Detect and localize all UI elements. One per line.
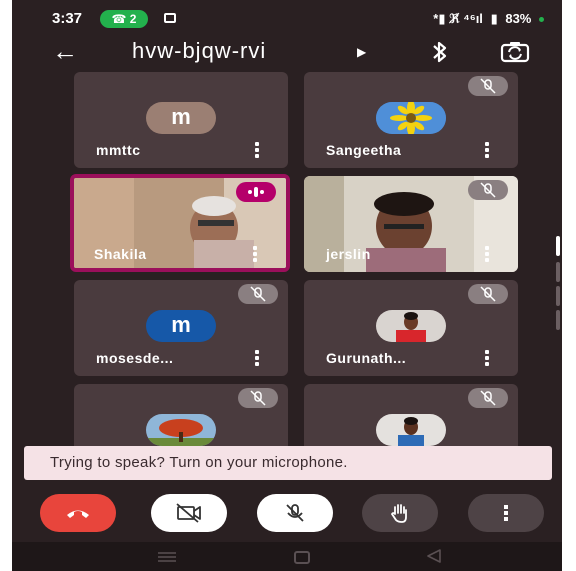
more-vert-icon[interactable] xyxy=(484,350,490,366)
app-bar: ← hvw-bjqw-rvi ▶ xyxy=(12,36,562,72)
phone-icon: ☎ xyxy=(111,12,130,26)
screen-cast-icon xyxy=(164,13,176,23)
participant-tile-8[interactable] xyxy=(304,384,518,454)
more-options-button[interactable] xyxy=(468,494,544,532)
phone-screen: 3:37 ☎ 2 *▮ ℜ̸ ⁴⁶ıl ▮ 83% ← hvw-bjqw-rvi… xyxy=(12,0,562,571)
mic-off-icon xyxy=(480,78,496,94)
back-arrow-icon[interactable]: ← xyxy=(52,36,78,66)
mic-off-icon xyxy=(480,286,496,302)
avatar: m xyxy=(146,310,216,342)
battery-level: 83% xyxy=(505,11,532,26)
participant-name: mmttc xyxy=(96,142,141,158)
speaking-indicator xyxy=(236,182,276,202)
participant-tile-shakila[interactable]: Shakila xyxy=(70,174,290,272)
mic-off-badge xyxy=(468,180,508,200)
mic-off-icon xyxy=(480,390,496,406)
scroll-indicator-active[interactable] xyxy=(556,236,560,256)
more-vert-icon[interactable] xyxy=(254,142,260,158)
raise-hand-button[interactable] xyxy=(362,494,438,532)
recent-apps-icon[interactable] xyxy=(156,550,178,568)
mic-off-icon xyxy=(250,286,266,302)
microphone-toast: Trying to speak? Turn on your microphone… xyxy=(24,446,552,480)
status-bar: 3:37 ☎ 2 *▮ ℜ̸ ⁴⁶ıl ▮ 83% xyxy=(12,0,562,36)
mic-off-badge xyxy=(468,388,508,408)
participant-tile-jerslin[interactable]: jerslin xyxy=(304,176,518,272)
more-vert-icon[interactable] xyxy=(484,246,490,262)
home-icon[interactable] xyxy=(294,551,310,564)
participant-tile-mmttc[interactable]: m mmttc xyxy=(74,72,288,168)
participant-tile-mosesde[interactable]: m mosesde... xyxy=(74,280,288,376)
video-off-icon xyxy=(176,503,201,523)
mic-off-icon xyxy=(480,182,496,198)
chevron-right-icon[interactable]: ▶ xyxy=(357,45,366,59)
meeting-code[interactable]: hvw-bjqw-rvi xyxy=(132,38,266,64)
more-vert-icon[interactable] xyxy=(484,142,490,158)
signal-icon: *▮ ℜ̸ ⁴⁶ıl xyxy=(433,11,483,26)
microphone-toggle-button[interactable] xyxy=(257,494,333,532)
mic-off-icon xyxy=(250,390,266,406)
active-dot-icon xyxy=(539,17,544,23)
participant-name: jerslin xyxy=(326,246,371,262)
scroll-indicator[interactable] xyxy=(556,286,560,306)
participant-name: Gurunath... xyxy=(326,350,407,366)
participant-tile-sangeetha[interactable]: Sangeetha xyxy=(304,72,518,168)
more-vert-icon[interactable] xyxy=(254,350,260,366)
switch-camera-icon[interactable] xyxy=(500,40,530,69)
end-call-button[interactable] xyxy=(40,494,116,532)
participant-name: Shakila xyxy=(94,246,147,262)
battery-icon: ▮ xyxy=(490,11,498,26)
participant-tile-gurunath[interactable]: Gurunath... xyxy=(304,280,518,376)
status-indicators: *▮ ℜ̸ ⁴⁶ıl ▮ 83% xyxy=(429,11,544,27)
scroll-indicator[interactable] xyxy=(556,262,560,282)
participant-tile-7[interactable] xyxy=(74,384,288,454)
more-vert-icon[interactable] xyxy=(252,246,258,262)
tree-avatar xyxy=(146,414,216,446)
bluetooth-icon[interactable] xyxy=(432,40,448,69)
mic-off-badge xyxy=(468,76,508,96)
more-vert-icon xyxy=(504,505,508,521)
person-avatar xyxy=(376,414,446,446)
mic-off-badge xyxy=(238,284,278,304)
avatar: m xyxy=(146,102,216,134)
sunflower-avatar xyxy=(376,102,446,134)
status-time: 3:37 xyxy=(52,10,83,27)
participant-name: Sangeetha xyxy=(326,142,402,158)
person-avatar xyxy=(376,310,446,342)
camera-toggle-button[interactable] xyxy=(151,494,227,532)
ongoing-call-badge[interactable]: ☎ 2 xyxy=(100,10,148,28)
participant-name: mosesde... xyxy=(96,350,174,366)
mic-off-icon xyxy=(286,504,304,522)
nav-back-icon[interactable] xyxy=(426,549,442,568)
system-nav-bar xyxy=(12,542,562,571)
mic-off-badge xyxy=(468,284,508,304)
hand-icon xyxy=(390,504,407,523)
scroll-indicator[interactable] xyxy=(556,310,560,330)
audio-level-icon xyxy=(248,187,264,197)
mic-off-badge xyxy=(238,388,278,408)
hang-up-icon xyxy=(67,510,89,518)
